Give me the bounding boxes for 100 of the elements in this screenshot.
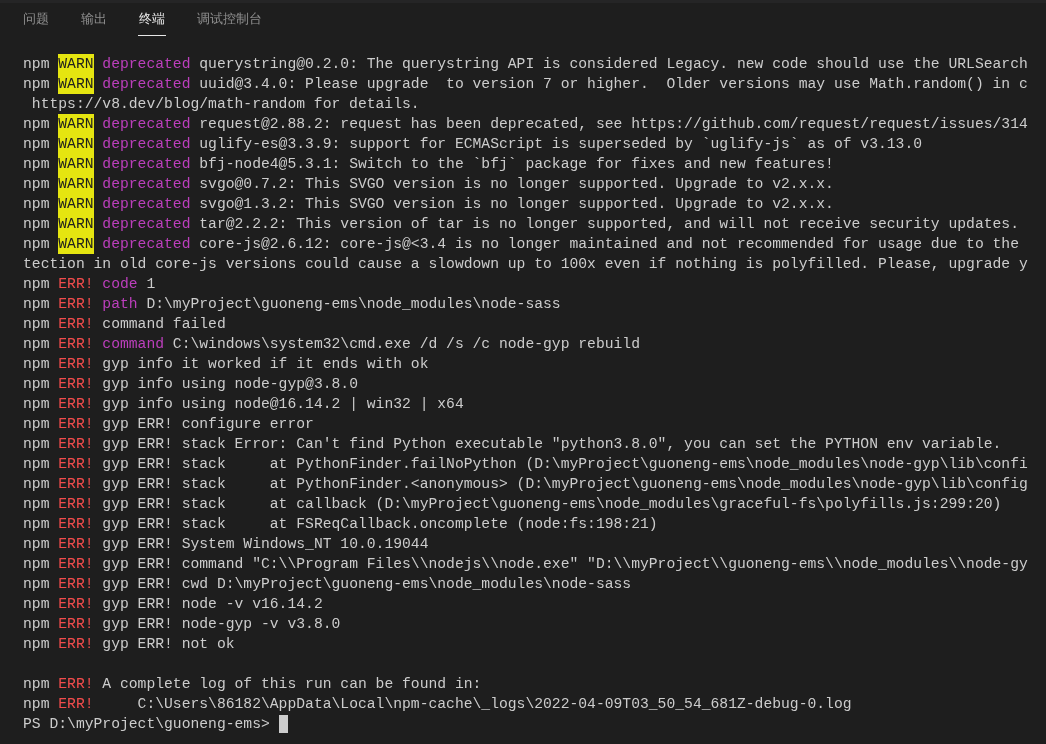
log-text: tar@2.2.2: This version of tar is no longer supported, and will not receive security updates. xyxy=(199,215,1019,234)
log-text: npm xyxy=(23,75,50,94)
log-text: npm xyxy=(23,135,50,154)
warn-badge: WARN xyxy=(58,214,94,234)
log-text: gyp ERR! configure error xyxy=(102,415,314,434)
log-text: command failed xyxy=(102,315,226,334)
log-text: gyp ERR! stack at FSReqCallback.oncomplete (node:fs:198:21) xyxy=(102,515,658,534)
log-keyword: deprecated xyxy=(102,135,191,154)
error-label: ERR! xyxy=(58,575,94,594)
log-text: querystring@0.2.0: The querystring API is considered Legacy. new code should use the URLSearch xyxy=(199,55,1028,74)
log-keyword: deprecated xyxy=(102,195,191,214)
warn-badge: WARN xyxy=(58,174,94,194)
error-label: ERR! xyxy=(58,355,94,374)
log-text: npm xyxy=(23,395,50,414)
log-text: request@2.88.2: request has been deprecated, see https://github.com/request/request/issues/314 xyxy=(199,115,1028,134)
error-label: ERR! xyxy=(58,415,94,434)
error-label: ERR! xyxy=(58,475,94,494)
log-text: npm xyxy=(23,115,50,134)
log-keyword: path xyxy=(102,295,138,314)
panel-tab[interactable]: 调试控制台 xyxy=(196,3,263,36)
panel-tab[interactable]: 问题 xyxy=(22,3,50,36)
log-text: npm xyxy=(23,315,50,334)
log-text: C:\Users\86182\AppData\Local\npm-cache\_logs\2022-04-09T03_50_54_681Z-debug-0.log xyxy=(136,695,852,714)
log-text: gyp ERR! stack Error: Can't find Python executable "python3.8.0", you can set the PYTHON env variable. xyxy=(102,435,1002,454)
log-text: npm xyxy=(23,335,50,354)
log-text: svgo@1.3.2: This SVGO version is no longer supported. Upgrade to v2.x.x. xyxy=(199,195,834,214)
log-text: npm xyxy=(23,695,50,714)
log-keyword: deprecated xyxy=(102,175,191,194)
log-text: npm xyxy=(23,595,50,614)
log-text: npm xyxy=(23,375,50,394)
log-text: tection in old core-js versions could cause a slowdown up to 100x even if nothing is polyfilled. Please, upgrade y xyxy=(23,255,1028,274)
log-text: npm xyxy=(23,455,50,474)
log-text: npm xyxy=(23,615,50,634)
log-text: npm xyxy=(23,235,50,254)
log-text: D:\myProject\guoneng-ems\node_modules\node-sass xyxy=(146,295,561,314)
log-text: npm xyxy=(23,435,50,454)
log-text: gyp info it worked if it ends with ok xyxy=(102,355,429,374)
log-text: gyp ERR! cwd D:\myProject\guoneng-ems\node_modules\node-sass xyxy=(102,575,632,594)
log-text: npm xyxy=(23,635,50,654)
log-text: npm xyxy=(23,195,50,214)
log-text: gyp ERR! stack at callback (D:\myProject\guoneng-ems\node_modules\graceful-fs\polyfills.js:299:20) xyxy=(102,495,1002,514)
log-text: npm xyxy=(23,535,50,554)
error-label: ERR! xyxy=(58,615,94,634)
log-text: npm xyxy=(23,415,50,434)
error-label: ERR! xyxy=(58,395,94,414)
log-text: uuid@3.4.0: Please upgrade to version 7 or higher. Older versions may use Math.random() in c xyxy=(199,75,1028,94)
error-label: ERR! xyxy=(58,555,94,574)
error-label: ERR! xyxy=(58,275,94,294)
warn-badge: WARN xyxy=(58,234,94,254)
log-text: gyp ERR! node-gyp -v v3.8.0 xyxy=(102,615,341,634)
error-label: ERR! xyxy=(58,695,94,714)
panel-tab[interactable]: 输出 xyxy=(80,3,108,36)
log-keyword: deprecated xyxy=(102,75,191,94)
log-keyword: deprecated xyxy=(102,115,191,134)
log-keyword: deprecated xyxy=(102,235,191,254)
warn-badge: WARN xyxy=(58,134,94,154)
log-keyword: deprecated xyxy=(102,155,191,174)
log-text: npm xyxy=(23,55,50,74)
log-text: npm xyxy=(23,475,50,494)
error-label: ERR! xyxy=(58,375,94,394)
log-text: gyp ERR! stack at PythonFinder.failNoPython (D:\myProject\guoneng-ems\node_modules\node-gyp\lib\confi xyxy=(102,455,1028,474)
error-label: ERR! xyxy=(58,635,94,654)
panel-tab[interactable]: 终端 xyxy=(138,3,166,36)
log-text: uglify-es@3.3.9: support for ECMAScript is superseded by `uglify-js` as of v3.13.0 xyxy=(199,135,923,154)
log-text: npm xyxy=(23,215,50,234)
log-keyword: deprecated xyxy=(102,55,191,74)
error-label: ERR! xyxy=(58,495,94,514)
log-text: core-js@2.6.12: core-js@<3.4 is no longer maintained and not recommended for usage due to the xyxy=(199,235,1019,254)
warn-badge: WARN xyxy=(58,154,94,174)
error-label: ERR! xyxy=(58,675,94,694)
warn-badge: WARN xyxy=(58,54,94,74)
log-text: A complete log of this run can be found in: xyxy=(102,675,482,694)
log-text: npm xyxy=(23,555,50,574)
warn-badge: WARN xyxy=(58,114,94,134)
error-label: ERR! xyxy=(58,515,94,534)
log-text: npm xyxy=(23,295,50,314)
cursor-icon xyxy=(278,715,288,733)
log-text: npm xyxy=(23,515,50,534)
error-label: ERR! xyxy=(58,335,94,354)
log-text: npm xyxy=(23,275,50,294)
log-text: npm xyxy=(23,575,50,594)
log-text: gyp ERR! node -v v16.14.2 xyxy=(102,595,323,614)
error-label: ERR! xyxy=(58,595,94,614)
log-keyword: code xyxy=(102,275,138,294)
error-label: ERR! xyxy=(58,535,94,554)
log-text: C:\windows\system32\cmd.exe /d /s /c node-gyp rebuild xyxy=(172,335,640,354)
error-label: ERR! xyxy=(58,435,94,454)
log-text: npm xyxy=(23,495,50,514)
log-text: gyp ERR! command "C:\\Program Files\\nodejs\\node.exe" "D:\\myProject\\guoneng-ems\\node_modules\\node-gy xyxy=(102,555,1028,574)
log-text: svgo@0.7.2: This SVGO version is no longer supported. Upgrade to v2.x.x. xyxy=(199,175,834,194)
log-text: npm xyxy=(23,355,50,374)
log-text: gyp ERR! not ok xyxy=(102,635,235,654)
warn-badge: WARN xyxy=(58,194,94,214)
prompt-text: PS D:\myProject\guoneng-ems> xyxy=(23,715,270,734)
log-keyword: command xyxy=(102,335,165,354)
log-text: gyp ERR! stack at PythonFinder.<anonymous> (D:\myProject\guoneng-ems\node_modules\node-gyp\lib\config xyxy=(102,475,1028,494)
log-text: bfj-node4@5.3.1: Switch to the `bfj` package for fixes and new features! xyxy=(199,155,834,174)
error-label: ERR! xyxy=(58,455,94,474)
warn-badge: WARN xyxy=(58,74,94,94)
log-text: gyp ERR! System Windows_NT 10.0.19044 xyxy=(102,535,429,554)
